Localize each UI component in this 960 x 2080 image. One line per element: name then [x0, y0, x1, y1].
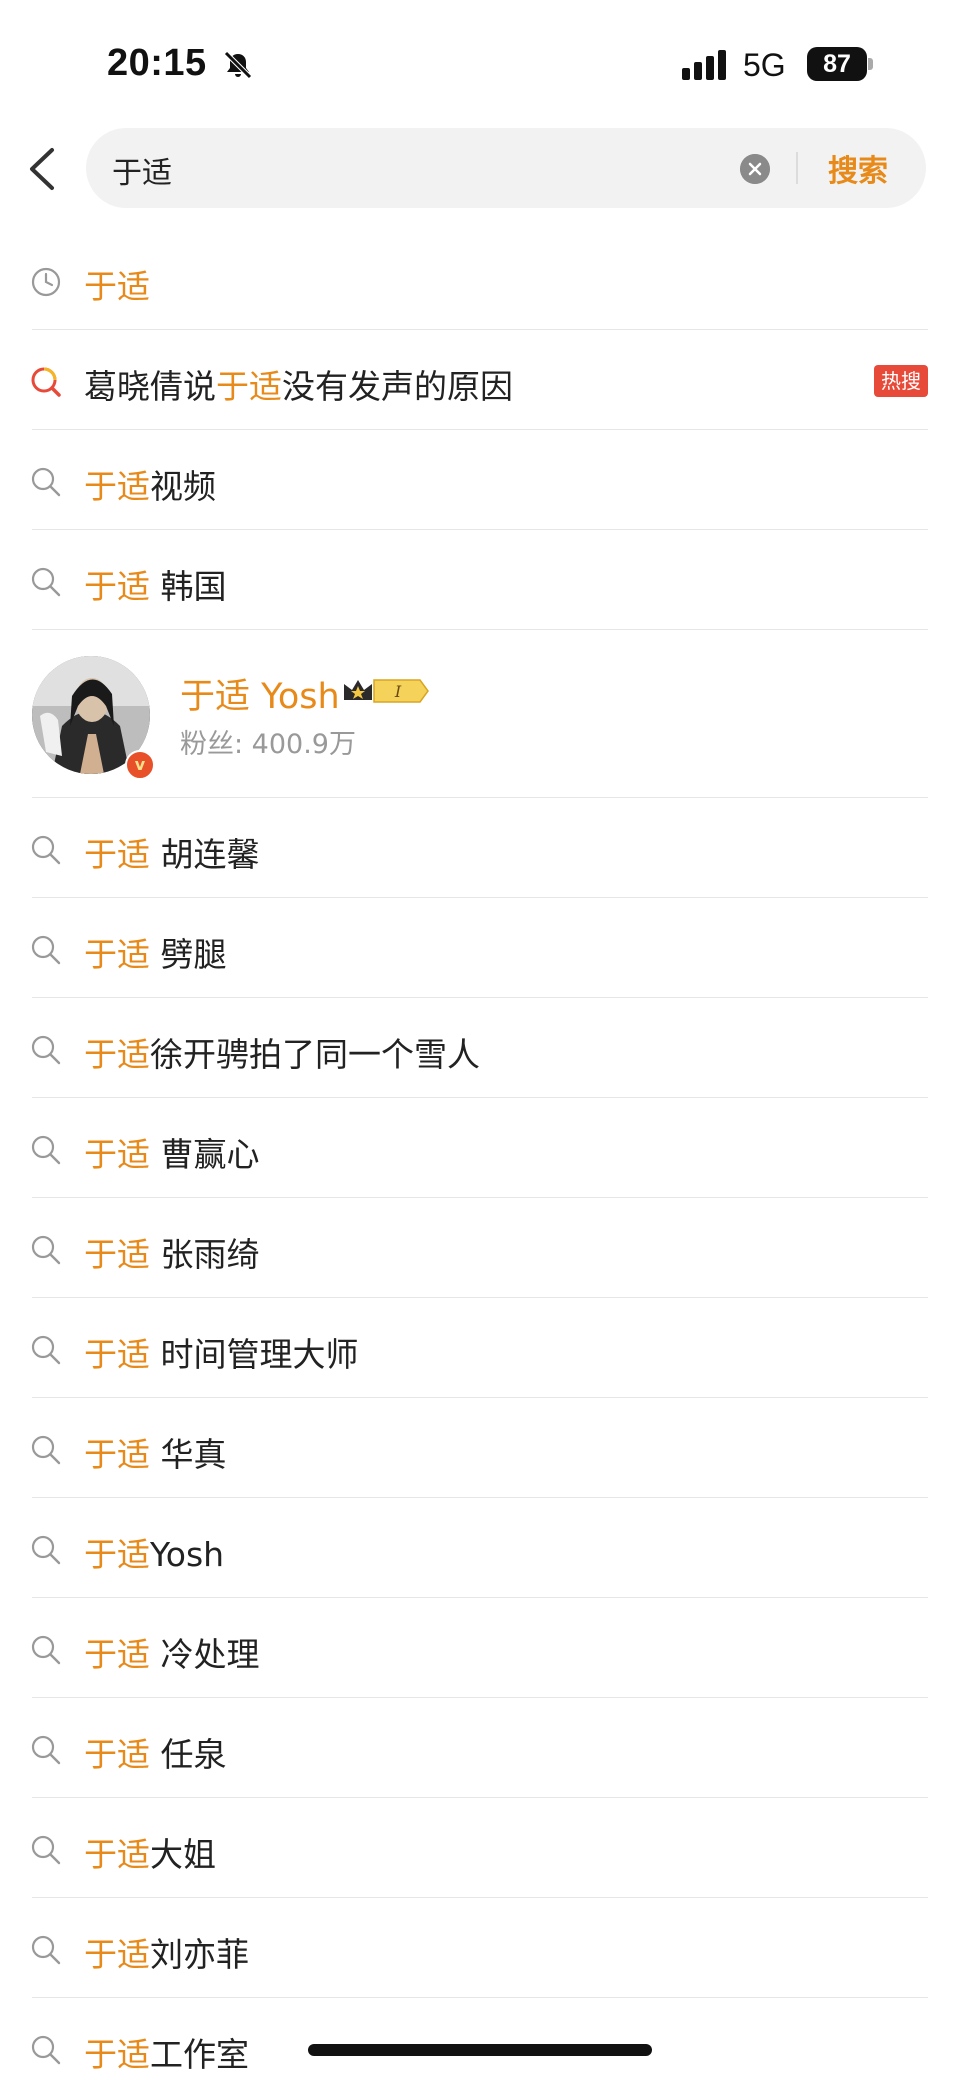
suggestion-item[interactable]: 于适 张雨绮 [0, 1198, 960, 1298]
suggestion-text: 于适大姐 [84, 1835, 216, 1874]
search-icon [31, 1535, 61, 1565]
suggestion-list: 于适 葛晓倩说于适没有发声的原因 热搜 于适视频 于适 韩国 v 于适 Yosh… [0, 230, 960, 2080]
search-icon [31, 1235, 61, 1265]
suggestion-text: 于适 任泉 [84, 1735, 227, 1774]
search-icon [31, 1135, 61, 1165]
suggestion-item[interactable]: 于适 胡连馨 [0, 798, 960, 898]
suggestion-item[interactable]: 于适 曹赢心 [0, 1098, 960, 1198]
search-icon [31, 1735, 61, 1765]
hot-badge: 热搜 [874, 365, 928, 397]
member-level-icon: I [344, 679, 429, 703]
suggestion-text: 于适刘亦菲 [84, 1935, 249, 1974]
suggestion-text: 于适视频 [84, 467, 216, 506]
search-icon [31, 1335, 61, 1365]
suggestion-item[interactable]: 于适 任泉 [0, 1698, 960, 1798]
history-item[interactable]: 于适 [0, 230, 960, 330]
search-icon [31, 1435, 61, 1465]
suggestion-text: 于适工作室 [84, 2035, 249, 2074]
signal-icon [682, 50, 726, 80]
network-type: 5G [743, 47, 786, 83]
suggestion-text: 于适 [84, 267, 150, 306]
search-input[interactable]: 于适 搜索 [86, 128, 926, 208]
suggestion-text: 于适 胡连馨 [84, 835, 260, 874]
suggestion-item[interactable]: 于适 韩国 [0, 530, 960, 630]
user-name[interactable]: 于适 Yosh [180, 668, 340, 719]
clock-icon [31, 267, 61, 297]
suggestion-item[interactable]: 于适徐开骋拍了同一个雪人 [0, 998, 960, 1098]
battery-level: 87 [807, 47, 867, 81]
suggestion-item[interactable]: 于适Yosh [0, 1498, 960, 1598]
search-icon [31, 935, 61, 965]
suggestion-item[interactable]: 于适视频 [0, 430, 960, 530]
suggestion-text: 于适 曹赢心 [84, 1135, 260, 1174]
clear-icon[interactable] [740, 154, 770, 184]
user-result[interactable]: v 于适 Yosh I 粉丝: 400.9万 [0, 630, 960, 798]
bell-muted-icon [224, 51, 252, 79]
suggestion-text: 葛晓倩说于适没有发声的原因 [84, 367, 513, 406]
search-icon [31, 835, 61, 865]
search-icon [31, 1635, 61, 1665]
suggestion-text: 于适徐开骋拍了同一个雪人 [84, 1035, 480, 1074]
fans-count: 粉丝: 400.9万 [180, 729, 356, 760]
svg-text:I: I [394, 682, 402, 701]
status-time: 20:15 [107, 42, 207, 84]
suggestion-item[interactable]: 于适大姐 [0, 1798, 960, 1898]
search-icon [31, 467, 61, 497]
back-arrow-icon[interactable] [26, 146, 58, 192]
suggestion-text: 于适 韩国 [84, 567, 227, 606]
suggestion-text: 于适 劈腿 [84, 935, 227, 974]
search-icon [31, 1835, 61, 1865]
suggestion-text: 于适 冷处理 [84, 1635, 260, 1674]
home-indicator[interactable] [308, 2044, 652, 2056]
suggestion-item[interactable]: 于适工作室 [0, 1998, 960, 2080]
suggestion-text: 于适Yosh [84, 1535, 225, 1574]
hot-search-item[interactable]: 葛晓倩说于适没有发声的原因 热搜 [0, 330, 960, 430]
search-header: 于适 搜索 [0, 128, 960, 212]
trending-search-icon [31, 367, 61, 397]
suggestion-item[interactable]: 于适 华真 [0, 1398, 960, 1498]
suggestion-text: 于适 张雨绮 [84, 1235, 260, 1274]
battery-icon: 87 [807, 47, 873, 81]
suggestion-text: 于适 时间管理大师 [84, 1335, 359, 1374]
search-icon [31, 1935, 61, 1965]
search-icon [31, 1035, 61, 1065]
suggestion-item[interactable]: 于适 时间管理大师 [0, 1298, 960, 1398]
status-bar: 20:15 5G 87 [0, 0, 960, 120]
verified-badge-icon: v [125, 750, 155, 780]
search-icon [31, 567, 61, 597]
suggestion-item[interactable]: 于适刘亦菲 [0, 1898, 960, 1998]
suggestion-text: 于适 华真 [84, 1435, 227, 1474]
suggestion-item[interactable]: 于适 冷处理 [0, 1598, 960, 1698]
search-divider [796, 152, 798, 184]
search-icon [31, 2035, 61, 2065]
search-button[interactable]: 搜索 [828, 146, 888, 190]
suggestion-item[interactable]: 于适 劈腿 [0, 898, 960, 998]
search-query-text[interactable]: 于适 [112, 148, 172, 192]
